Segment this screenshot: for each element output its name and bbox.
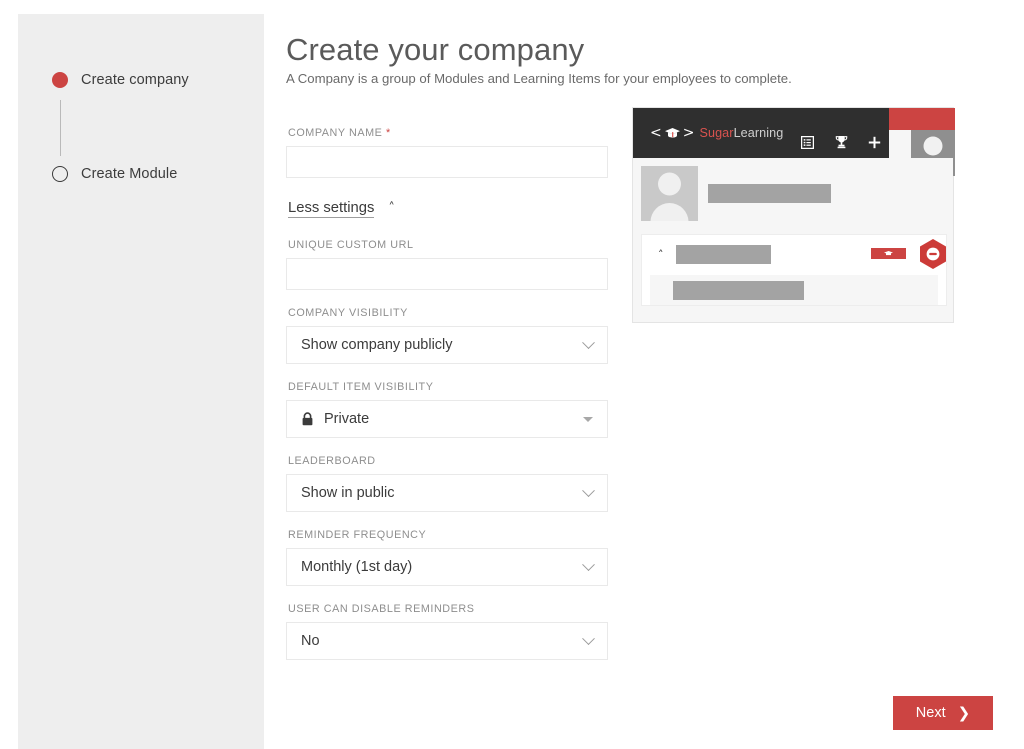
wizard-step-list: Create company Create Module xyxy=(52,66,252,188)
preview-item-card: ˄ xyxy=(641,234,947,306)
label-leaderboard: LEADERBOARD xyxy=(288,455,376,467)
page-title: Create your company xyxy=(286,32,585,67)
red-pill-badge xyxy=(871,248,906,259)
step-marker-filled-icon xyxy=(52,72,68,88)
sidebar-step-create-module[interactable]: Create Module xyxy=(52,160,252,188)
field-company-visibility: COMPANY VISIBILITY Show company publicly xyxy=(286,307,608,364)
logo-brand-text: SugarLearning xyxy=(699,126,783,140)
wizard-step-sidebar: Create company Create Module xyxy=(18,14,264,749)
step-label-create-module: Create Module xyxy=(81,166,178,182)
field-company-name: COMPANY NAME * xyxy=(286,127,608,178)
label-unique-custom-url: UNIQUE CUSTOM URL xyxy=(288,239,414,251)
step-connector-line xyxy=(59,100,61,156)
company-visibility-value: Show company publicly xyxy=(301,337,453,353)
default-item-visibility-select[interactable]: Private xyxy=(286,400,608,438)
chevron-down-icon xyxy=(582,557,595,571)
graduation-cap-icon xyxy=(664,127,681,140)
label-user-can-disable-reminders: USER CAN DISABLE REMINDERS xyxy=(288,603,475,615)
company-visibility-select[interactable]: Show company publicly xyxy=(286,326,608,364)
preview-body: ˄ xyxy=(633,158,953,322)
user-name-placeholder-bar xyxy=(708,184,831,203)
unique-custom-url-input[interactable] xyxy=(286,258,608,290)
sub-item-placeholder-bar xyxy=(673,280,804,300)
user-avatar-icon xyxy=(641,166,698,221)
main-content-card: Create your company A Company is a group… xyxy=(264,14,1008,749)
chevron-up-icon[interactable]: ˄ xyxy=(658,249,670,260)
caret-down-icon xyxy=(583,416,593,422)
step-label-create-company: Create company xyxy=(81,72,189,88)
field-leaderboard: LEADERBOARD Show in public xyxy=(286,455,608,512)
company-name-input[interactable] xyxy=(286,146,608,178)
reminder-frequency-select[interactable]: Monthly (1st day) xyxy=(286,548,608,586)
sidebar-step-create-company[interactable]: Create company xyxy=(52,66,252,156)
preview-logo: < > SugarLearning xyxy=(650,124,783,142)
company-settings-form: COMPANY NAME * Less settings ˄ UNIQUE CU… xyxy=(286,110,608,660)
user-can-disable-reminders-value: No xyxy=(301,633,320,649)
label-default-item-visibility: DEFAULT ITEM VISIBILITY xyxy=(288,381,434,393)
logo-bracket-right: > xyxy=(682,125,695,141)
plus-icon[interactable] xyxy=(868,136,881,149)
field-default-item-visibility: DEFAULT ITEM VISIBILITY Private xyxy=(286,381,608,438)
next-button-label: Next xyxy=(915,705,946,721)
chevron-up-icon: ˄ xyxy=(388,201,395,216)
label-company-name: COMPANY NAME * xyxy=(288,127,608,139)
reminder-frequency-value: Monthly (1st day) xyxy=(301,559,413,575)
page-subtitle: A Company is a group of Modules and Lear… xyxy=(286,71,792,86)
field-user-can-disable-reminders: USER CAN DISABLE REMINDERS No xyxy=(286,603,608,660)
chevron-right-icon: ❯ xyxy=(957,703,971,722)
preview-item-header-row: ˄ xyxy=(642,235,946,273)
default-item-visibility-value: Private xyxy=(324,411,370,427)
leaderboard-value: Show in public xyxy=(301,485,395,501)
user-can-disable-reminders-select[interactable]: No xyxy=(286,622,608,660)
less-settings-label: Less settings xyxy=(288,200,375,218)
chevron-down-icon xyxy=(582,631,595,645)
field-unique-custom-url: UNIQUE CUSTOM URL xyxy=(286,239,608,290)
chevron-down-icon xyxy=(582,335,595,349)
field-reminder-frequency: REMINDER FREQUENCY Monthly (1st day) xyxy=(286,529,608,586)
label-company-name-text: COMPANY NAME xyxy=(288,127,383,139)
preview-user-row xyxy=(641,166,831,221)
logo-bracket-left: < xyxy=(650,125,662,141)
label-company-visibility: COMPANY VISIBILITY xyxy=(288,307,408,319)
list-icon[interactable] xyxy=(801,135,814,149)
label-reminder-frequency: REMINDER FREQUENCY xyxy=(288,529,427,541)
step-marker-empty-icon xyxy=(52,166,68,182)
company-preview-panel: < > SugarLearning ˄ xyxy=(632,107,955,323)
chevron-down-icon xyxy=(582,483,595,497)
next-button[interactable]: Next ❯ xyxy=(893,696,993,730)
less-settings-toggle[interactable]: Less settings ˄ xyxy=(288,200,395,218)
required-asterisk: * xyxy=(385,127,391,139)
trophy-icon[interactable] xyxy=(835,135,848,149)
preview-item-sub-row xyxy=(650,275,938,305)
lock-icon xyxy=(301,412,315,426)
leaderboard-select[interactable]: Show in public xyxy=(286,474,608,512)
red-hexagon-block-icon xyxy=(918,238,948,270)
create-company-wizard: Create company Create Module Create your… xyxy=(0,0,1024,749)
logo-brand-second: Learning xyxy=(733,126,784,140)
item-title-placeholder-bar xyxy=(676,244,771,264)
preview-navbar-icons xyxy=(801,135,881,149)
logo-brand-first: Sugar xyxy=(699,126,734,140)
